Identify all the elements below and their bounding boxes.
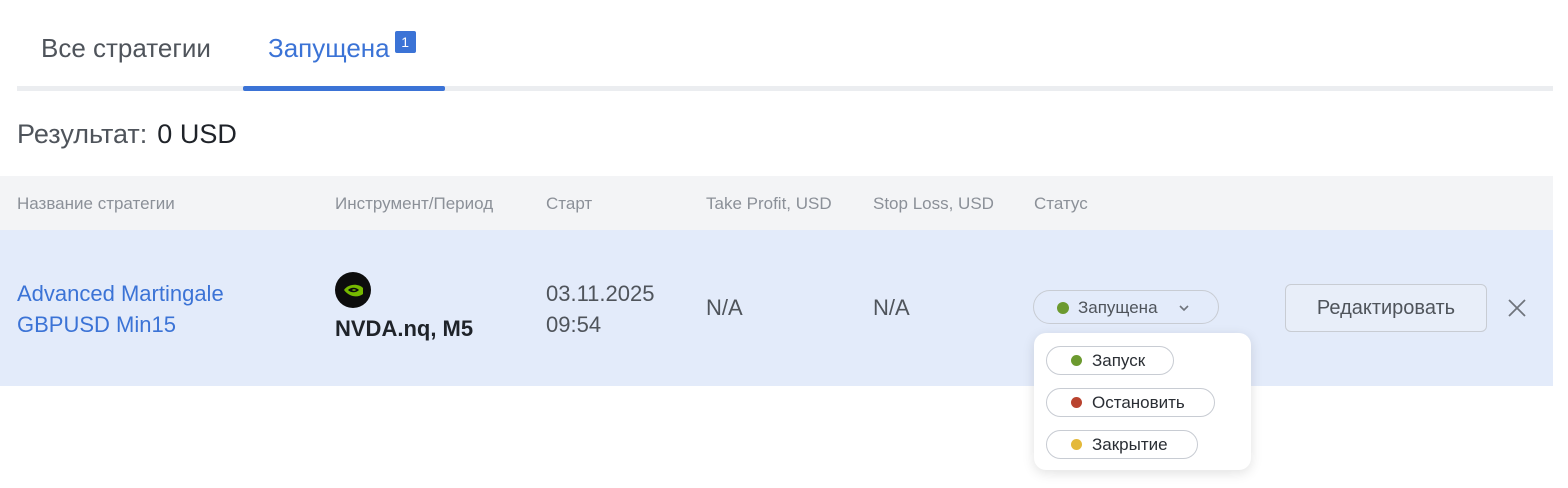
option-label: Запуск — [1092, 351, 1146, 370]
table-header: Название стратегии Инструмент/Период Ста… — [0, 176, 1553, 230]
status-dot-yellow — [1071, 439, 1082, 450]
column-header-instrument[interactable]: Инструмент/Период — [335, 194, 493, 214]
status-dot-green — [1071, 355, 1082, 366]
status-dropdown[interactable]: Запущена — [1033, 290, 1219, 324]
nvidia-logo-icon — [335, 272, 371, 308]
tab-all-strategies[interactable]: Все стратегии — [41, 30, 211, 66]
active-tab-indicator — [243, 86, 445, 91]
status-label: Запущена — [1078, 298, 1158, 317]
start-time: 09:54 — [546, 312, 602, 337]
take-profit-value: N/A — [706, 295, 743, 320]
option-label: Закрытие — [1092, 435, 1168, 454]
result-label: Результат: — [17, 119, 148, 149]
status-option-start[interactable]: Запуск — [1046, 346, 1174, 375]
tabs-bar: Все стратегии Запущена 1 — [17, 0, 1553, 92]
chevron-down-icon — [1179, 305, 1189, 312]
option-label: Остановить — [1092, 393, 1185, 412]
instrument-period: NVDA.nq, M5 — [335, 316, 474, 341]
start-date: 03.11.2025 — [546, 281, 655, 306]
column-header-start[interactable]: Старт — [546, 194, 592, 214]
start-datetime: 03.11.2025 09:54 — [546, 278, 654, 340]
column-header-stop-loss[interactable]: Stop Loss, USD — [873, 194, 994, 214]
status-dot-red — [1071, 397, 1082, 408]
status-option-close[interactable]: Закрытие — [1046, 430, 1198, 459]
tab-label: Все стратегии — [41, 33, 211, 63]
tab-running[interactable]: Запущена 1 — [268, 30, 416, 66]
result-summary: Результат: 0 USD — [17, 116, 237, 152]
status-option-stop[interactable]: Остановить — [1046, 388, 1215, 417]
column-header-name[interactable]: Название стратегии — [17, 194, 175, 214]
strategy-name-link[interactable]: Advanced Martingale GBPUSD Min15 — [17, 278, 224, 340]
strategies-page: Все стратегии Запущена 1 Результат: 0 USD … — [0, 0, 1568, 488]
tab-count-badge: 1 — [394, 31, 416, 53]
strategy-name-line2: GBPUSD Min15 — [17, 312, 176, 337]
status-menu: Запуск Остановить Закрытие — [1034, 333, 1251, 470]
column-header-take-profit[interactable]: Take Profit, USD — [706, 194, 832, 214]
strategy-name-line1: Advanced Martingale — [17, 281, 224, 306]
edit-button[interactable]: Редактировать — [1285, 284, 1487, 332]
tab-label: Запущена — [268, 33, 390, 63]
column-header-status[interactable]: Статус — [1034, 194, 1088, 214]
stop-loss-value: N/A — [873, 295, 910, 320]
status-running-dot — [1057, 302, 1069, 314]
result-value: 0 USD — [157, 119, 237, 149]
close-icon[interactable] — [1506, 297, 1528, 319]
